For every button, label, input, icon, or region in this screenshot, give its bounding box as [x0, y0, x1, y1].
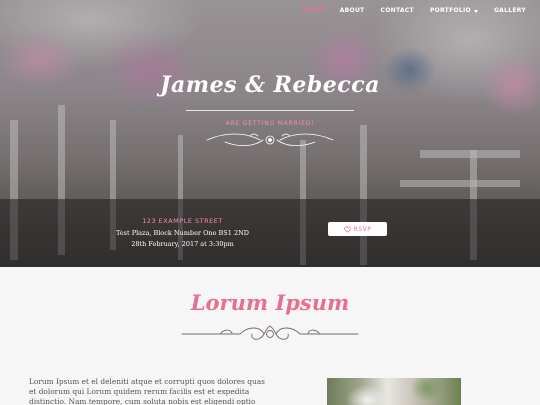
- body-line: et dolorum qui Lorum quidem rerum facili…: [29, 387, 250, 396]
- heart-icon: [343, 226, 351, 233]
- section-title: Lorum Ipsum: [190, 290, 350, 315]
- body-line: distinctio. Nam tempore, cum soluta nobi…: [29, 397, 256, 405]
- nav-item-label: CONTACT: [380, 7, 414, 14]
- event-info-band: [0, 199, 540, 267]
- nav-item-portfolio[interactable]: PORTFOLIO: [422, 6, 486, 16]
- nav-item-gallery[interactable]: GALLERY: [486, 6, 534, 16]
- nav-item-home[interactable]: HOME: [294, 6, 331, 16]
- event-date: 28th February, 2017 at 3:30pm: [131, 240, 234, 248]
- event-address: Test Plaza, Block Number One BS1 2ND: [116, 229, 249, 237]
- nav-item-label: PORTFOLIO: [429, 7, 471, 14]
- hero-subtitle: ARE GETTING MARRIED!: [225, 120, 315, 127]
- rsvp-button[interactable]: RSVP: [328, 222, 387, 236]
- bride-photo: [327, 378, 461, 405]
- couple-names-title: James & Rebecca: [160, 72, 380, 98]
- section-body-text: Lorum Ipsum et el deleniti atque et corr…: [29, 377, 269, 405]
- title-divider: [186, 110, 354, 111]
- event-street: 123 EXAMPLE STREET: [142, 217, 223, 225]
- nav-item-label: HOME: [302, 7, 324, 14]
- nav-item-label: GALLERY: [493, 7, 526, 14]
- rsvp-label: RSVP: [353, 225, 372, 233]
- nav-item-label: ABOUT: [339, 7, 365, 14]
- ornament-flourish-icon: [181, 325, 359, 340]
- ornament-flourish-icon: [206, 133, 334, 146]
- body-line: Lorum Ipsum et el deleniti atque et corr…: [29, 377, 265, 386]
- nav-item-contact[interactable]: CONTACT: [373, 6, 422, 16]
- nav-item-about[interactable]: ABOUT: [332, 6, 373, 16]
- chevron-down-icon: [473, 9, 478, 13]
- main-nav: HOME ABOUT CONTACT PORTFOLIO GALLERY: [294, 6, 534, 16]
